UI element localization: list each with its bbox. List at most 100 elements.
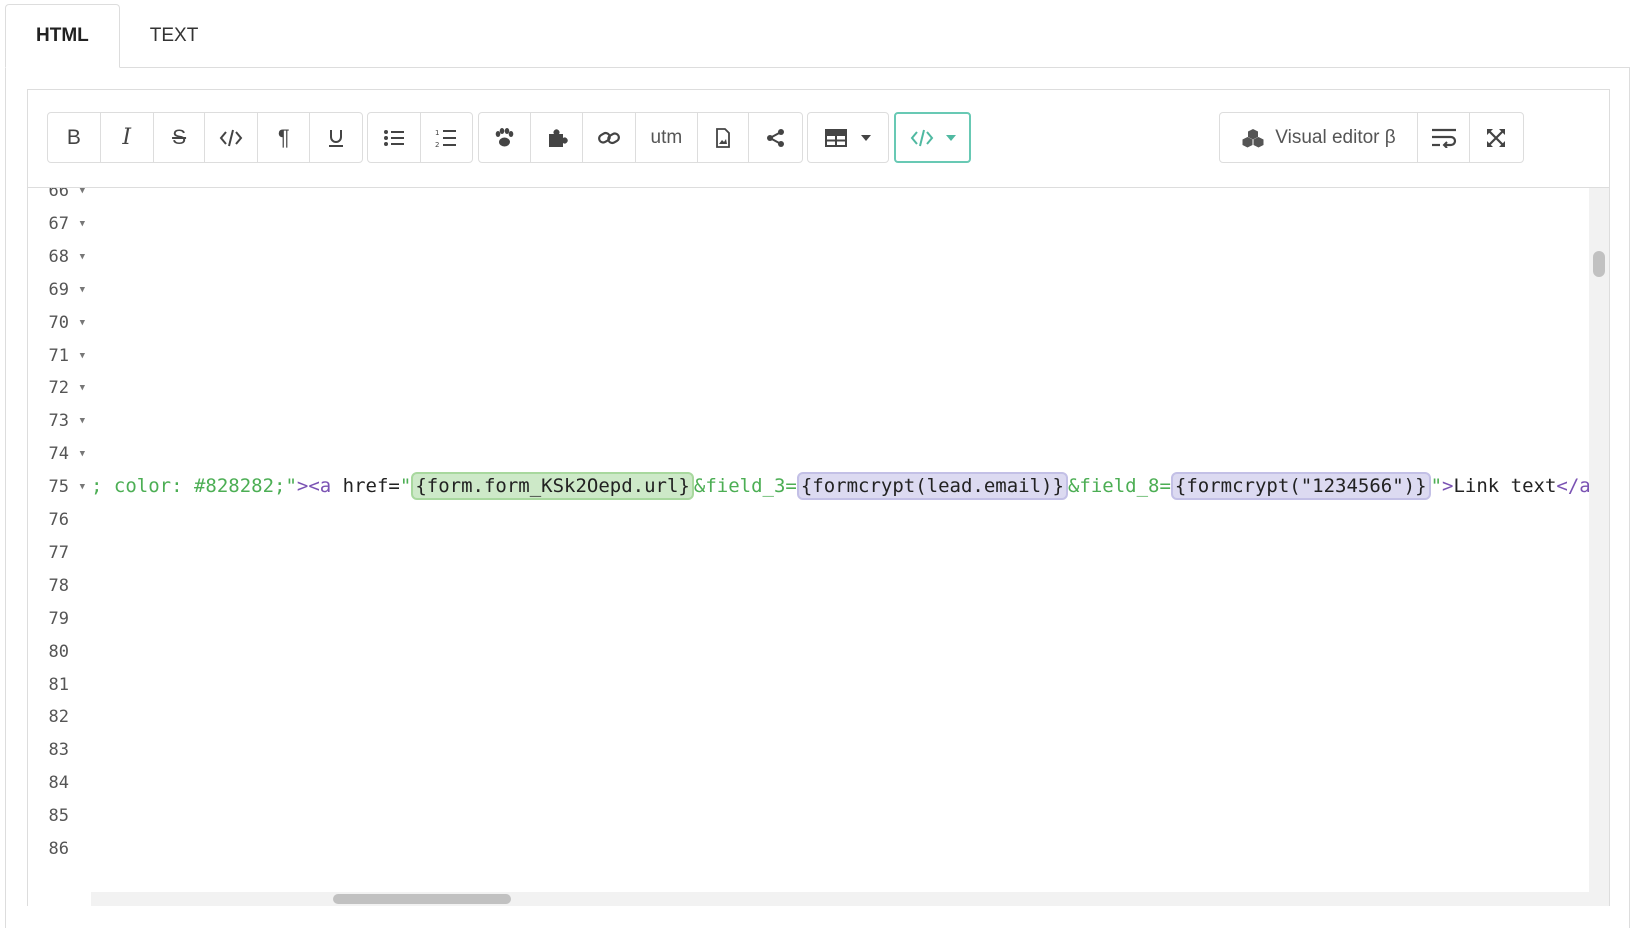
strikethrough-icon: S <box>172 125 187 149</box>
line-number: 86 <box>28 832 91 866</box>
paragraph-button[interactable]: ¶ <box>258 113 311 162</box>
code-content[interactable]: ; color: #828282;" ><a href= " {form.form_K… <box>91 188 1589 906</box>
horizontal-scrollbar-thumb[interactable] <box>333 894 511 904</box>
line-number: 72 ▼ <box>28 371 91 405</box>
bold-button[interactable]: B <box>48 113 101 162</box>
fullscreen-icon <box>1486 128 1506 148</box>
insert-variable-button[interactable] <box>479 113 531 162</box>
line-number-text: 70 <box>48 312 69 333</box>
share-button[interactable] <box>749 113 802 162</box>
line-number-text: 68 <box>48 246 69 267</box>
line-number: 75 ▼ <box>28 470 91 504</box>
href-quote-open: " <box>399 475 412 497</box>
fold-arrow-icon[interactable]: ▼ <box>80 351 85 361</box>
anchor-tag-open: ><a <box>296 475 343 497</box>
lead-email-variable-chip[interactable]: {formcrypt(lead.email)} <box>796 472 1068 500</box>
vertical-scrollbar[interactable] <box>1589 188 1609 906</box>
fullscreen-button[interactable] <box>1470 113 1522 162</box>
word-wrap-icon <box>1431 128 1457 148</box>
field-8-param: &field_8= <box>1067 475 1171 497</box>
href-attr-name: href= <box>342 475 400 497</box>
insert-table-button[interactable] <box>808 113 888 162</box>
share-icon <box>766 128 786 148</box>
fold-arrow-icon[interactable]: ▼ <box>80 449 85 459</box>
line-number: 79 <box>28 602 91 636</box>
code-view-button[interactable] <box>896 114 969 161</box>
line-number: 73 ▼ <box>28 404 91 438</box>
line-number: 68 ▼ <box>28 240 91 274</box>
line-number-text: 69 <box>48 279 69 300</box>
bold-icon: B <box>66 125 81 149</box>
line-number-text: 66 <box>48 188 69 201</box>
view-options-group: Visual editor β <box>1219 112 1524 163</box>
line-number: 70 ▼ <box>28 306 91 340</box>
fold-arrow-icon[interactable]: ▼ <box>80 219 85 229</box>
insert-link-button[interactable] <box>583 113 637 162</box>
line-number-text: 80 <box>48 641 69 662</box>
italic-button[interactable]: I <box>101 113 154 162</box>
crypt-value-variable-chip[interactable]: {formcrypt("1234566")} <box>1170 472 1431 500</box>
form-url-variable-chip[interactable]: {form.form_KSk2Oepd.url} <box>411 472 694 500</box>
fold-arrow-icon[interactable]: ▼ <box>80 318 85 328</box>
line-number-gutter: 66 ▼ 67 ▼ 68 ▼ 69 ▼ 70 ▼ 71 ▼ 72 ▼ 73 ▼ 74 ▼ 75 ▼ 76 77 78 79 80… <box>28 188 91 906</box>
insert-file-button[interactable] <box>698 113 750 162</box>
underline-button[interactable] <box>310 113 362 162</box>
strikethrough-button[interactable]: S <box>154 113 206 162</box>
code-editor: B I S ¶ 1 2 utm Visual editor β 66 ▼ 67 … <box>27 89 1610 906</box>
file-image-icon <box>715 127 731 148</box>
chevron-down-icon <box>945 134 956 141</box>
code-view-button-group <box>894 112 971 163</box>
line-number-text: 85 <box>48 806 69 827</box>
table-icon <box>825 128 847 147</box>
visual-editor-label: Visual editor β <box>1275 126 1396 148</box>
line-number-text: 84 <box>48 773 69 794</box>
editor-mode-tabs: HTML TEXT <box>5 4 229 68</box>
line-number-text: 76 <box>48 510 69 530</box>
fold-arrow-icon[interactable]: ▼ <box>80 383 85 393</box>
svg-text:1: 1 <box>435 129 439 137</box>
line-number: 85 <box>28 799 91 833</box>
underline-icon <box>327 128 345 148</box>
line-number-text: 73 <box>48 411 69 432</box>
line-number-text: 81 <box>48 674 69 695</box>
horizontal-scrollbar[interactable] <box>91 892 1589 906</box>
link-icon <box>597 128 621 148</box>
tab-text[interactable]: TEXT <box>120 4 229 68</box>
italic-icon: I <box>122 125 132 150</box>
fold-arrow-icon[interactable]: ▼ <box>80 252 85 262</box>
line-number: 83 <box>28 733 91 767</box>
cubes-icon <box>1241 128 1265 148</box>
code-area[interactable]: 66 ▼ 67 ▼ 68 ▼ 69 ▼ 70 ▼ 71 ▼ 72 ▼ 73 ▼ 74 ▼ 75 ▼ 76 77 78 79 80… <box>28 188 1609 906</box>
fold-arrow-icon[interactable]: ▼ <box>80 416 85 426</box>
line-number-text: 78 <box>48 575 69 596</box>
word-wrap-button[interactable] <box>1418 113 1470 162</box>
utm-button[interactable]: utm <box>636 113 698 162</box>
code-icon <box>219 129 243 147</box>
fold-arrow-icon[interactable]: ▼ <box>80 482 85 492</box>
numbered-list-button[interactable]: 12 <box>421 113 473 162</box>
fold-arrow-icon[interactable]: ▼ <box>80 285 85 295</box>
insert-button-group: utm <box>478 112 803 163</box>
table-button-group <box>807 112 889 163</box>
line-number: 67 ▼ <box>28 207 91 241</box>
style-attr-tail: ; color: #828282;" <box>91 475 297 497</box>
inline-code-button[interactable] <box>205 113 259 162</box>
line-number-text: 71 <box>48 345 69 366</box>
fold-arrow-icon[interactable]: ▼ <box>80 188 85 196</box>
line-number: 82 <box>28 700 91 734</box>
line-number: 80 <box>28 635 91 669</box>
visual-editor-button[interactable]: Visual editor β <box>1220 113 1418 162</box>
line-number: 77 <box>28 536 91 570</box>
code-line-75[interactable]: ; color: #828282;" ><a href= " {form.form_K… <box>91 469 1589 503</box>
numbered-list-icon: 12 <box>435 128 457 148</box>
anchor-closing-tag: </a> <box>1556 475 1589 497</box>
line-number: 78 <box>28 569 91 603</box>
bullet-list-icon <box>383 129 405 147</box>
vertical-scrollbar-thumb[interactable] <box>1593 251 1605 277</box>
bullet-list-button[interactable] <box>368 113 421 162</box>
href-quote-close: " <box>1430 475 1443 497</box>
insert-plugin-button[interactable] <box>531 113 584 162</box>
line-number-text: 83 <box>48 740 69 761</box>
line-number-text: 86 <box>48 839 69 859</box>
tab-html[interactable]: HTML <box>5 4 120 68</box>
